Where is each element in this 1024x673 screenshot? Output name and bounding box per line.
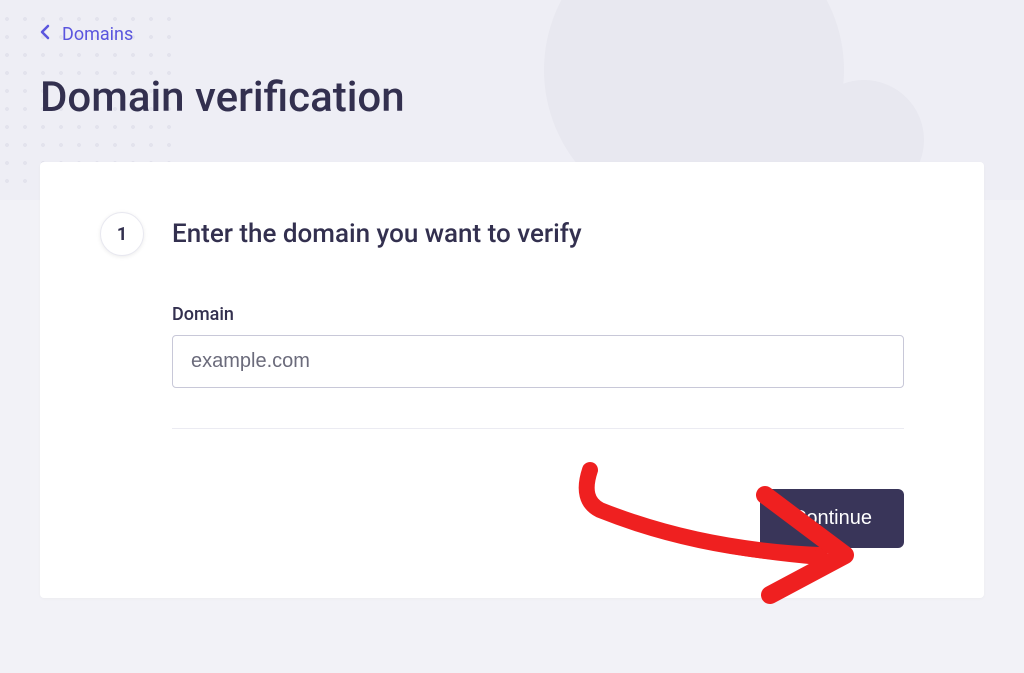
page-title: Domain verification (40, 73, 984, 122)
step-title: Enter the domain you want to verify (172, 219, 582, 249)
divider (172, 428, 904, 429)
chevron-left-icon (40, 24, 50, 45)
step-header: 1 Enter the domain you want to verify (100, 212, 904, 256)
domain-input[interactable] (172, 335, 904, 388)
actions-row: Continue (172, 489, 904, 548)
back-to-domains-link[interactable]: Domains (40, 20, 133, 49)
breadcrumb-label: Domains (62, 24, 133, 45)
domain-field-label: Domain (172, 304, 904, 325)
continue-button[interactable]: Continue (760, 489, 904, 548)
verification-card: 1 Enter the domain you want to verify Do… (40, 162, 984, 598)
form-section: Domain Continue (172, 304, 904, 548)
step-number-badge: 1 (100, 212, 144, 256)
